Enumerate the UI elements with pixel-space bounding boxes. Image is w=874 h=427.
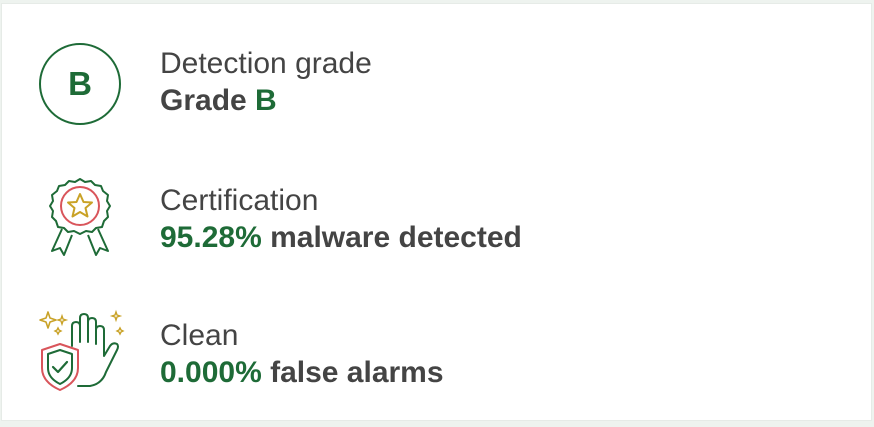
hand-shield-sparkle-icon [38, 306, 126, 394]
clean-label: Clean [160, 319, 239, 352]
detection-grade-row: B Detection grade Grade B [2, 26, 871, 126]
certification-value-suffix: malware detected [261, 221, 522, 254]
grade-value-prefix: Grade [160, 84, 256, 117]
grade-badge: B [39, 43, 121, 125]
certification-label: Certification [160, 184, 319, 217]
clean-value-suffix: false alarms [261, 356, 444, 389]
clean-value-highlight: 0.000% [160, 356, 262, 389]
certification-value-highlight: 95.28% [160, 221, 262, 254]
detection-grade-value: Grade B [160, 82, 372, 120]
certification-row: Certification 95.28% malware detected [2, 163, 871, 263]
clean-text: Clean 0.000% false alarms [160, 318, 444, 392]
certification-text: Certification 95.28% malware detected [160, 183, 522, 257]
certification-value: 95.28% malware detected [160, 219, 522, 257]
detection-grade-text: Detection grade Grade B [160, 46, 372, 120]
stats-card: B Detection grade Grade B Certification … [1, 3, 872, 421]
detection-grade-label: Detection grade [160, 47, 372, 80]
grade-value-highlight: B [255, 84, 277, 117]
clean-value: 0.000% false alarms [160, 354, 444, 392]
grade-badge-letter: B [68, 65, 92, 102]
clean-row: Clean 0.000% false alarms [2, 298, 871, 398]
award-ribbon-star-icon [38, 171, 126, 259]
